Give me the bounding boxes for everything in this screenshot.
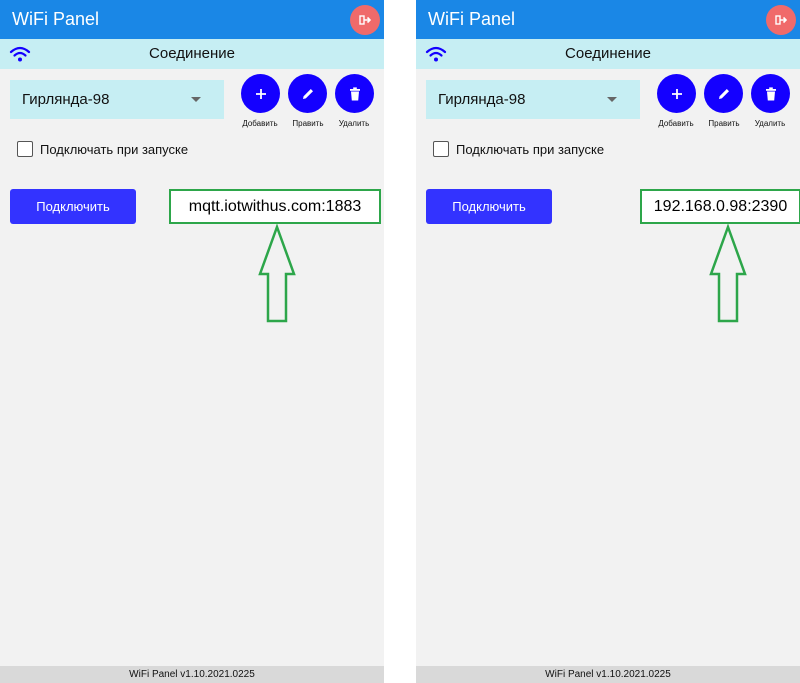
pencil-icon <box>718 88 729 99</box>
plus-icon <box>671 88 682 99</box>
up-arrow-icon <box>709 224 747 323</box>
app-title: WiFi Panel <box>428 9 516 29</box>
logout-icon <box>775 15 787 25</box>
profile-select-value: Гирлянда-98 <box>22 91 110 108</box>
chevron-down-icon <box>607 97 617 102</box>
chevron-down-icon <box>191 97 201 102</box>
add-button[interactable] <box>657 74 696 113</box>
app-bar: WiFi Panel <box>416 0 800 39</box>
version-footer: WiFi Panel v1.10.2021.0225 <box>0 666 384 683</box>
logout-icon <box>359 15 371 25</box>
profile-select-value: Гирлянда-98 <box>438 91 526 108</box>
pencil-icon <box>302 88 313 99</box>
version-footer: WiFi Panel v1.10.2021.0225 <box>416 666 800 683</box>
delete-button[interactable] <box>335 74 374 113</box>
plus-icon <box>255 88 266 99</box>
autoconnect-checkbox[interactable] <box>433 141 449 157</box>
add-button[interactable] <box>241 74 280 113</box>
exit-button[interactable] <box>350 5 380 35</box>
exit-button[interactable] <box>766 5 796 35</box>
app-screen-right: WiFi Panel Соединение Гирлянда-98 Добави… <box>416 0 800 683</box>
connection-title: Соединение <box>149 45 235 62</box>
server-address: 192.168.0.98:2390 <box>640 189 800 224</box>
edit-button[interactable] <box>288 74 327 113</box>
up-arrow-icon <box>258 224 296 323</box>
autoconnect-checkbox[interactable] <box>17 141 33 157</box>
app-screen-left: WiFi Panel Соединение Гирлянда-98 Добави… <box>0 0 384 683</box>
autoconnect-label: Подключать при запуске <box>456 142 605 157</box>
delete-label: Удалить <box>338 119 370 128</box>
delete-button[interactable] <box>751 74 790 113</box>
edit-button[interactable] <box>704 74 743 113</box>
autoconnect-label: Подключать при запуске <box>40 142 189 157</box>
connect-button[interactable]: Подключить <box>10 189 136 224</box>
profile-select[interactable]: Гирлянда-98 <box>426 80 640 119</box>
connect-button[interactable]: Подключить <box>426 189 552 224</box>
delete-label: Удалить <box>754 119 786 128</box>
server-address: mqtt.iotwithus.com:1883 <box>169 189 381 224</box>
connection-header: Соединение <box>0 39 384 69</box>
trash-icon <box>765 86 776 100</box>
app-title: WiFi Panel <box>12 9 100 29</box>
connection-header: Соединение <box>416 39 800 69</box>
profile-select[interactable]: Гирлянда-98 <box>10 80 224 119</box>
connection-title: Соединение <box>565 45 651 62</box>
trash-icon <box>349 86 360 100</box>
app-bar: WiFi Panel <box>0 0 384 39</box>
